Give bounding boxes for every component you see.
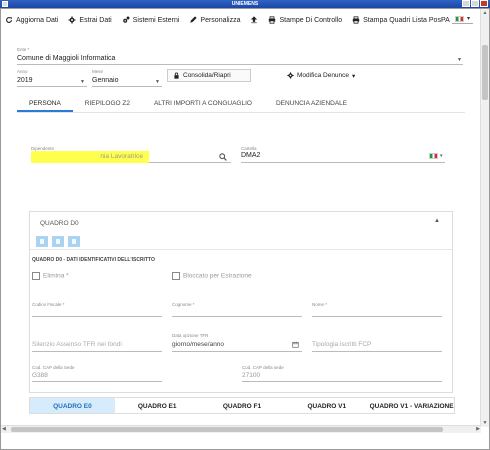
window-title: UNIEMENS: [231, 1, 259, 7]
scroll-right-icon[interactable]: ▶: [476, 426, 480, 432]
it-flag-icon: [429, 153, 438, 159]
window-title-bar: UNIEMENS: [0, 0, 490, 8]
tab-altri-importi[interactable]: ALTRI IMPORTI A CONGUAGLIO: [142, 96, 264, 112]
anno-label: Anno: [17, 69, 28, 74]
horizontal-scrollbar[interactable]: ◀ ▶: [1, 425, 481, 433]
search-icon[interactable]: [219, 153, 227, 161]
quadro-header: QUADRO D0: [40, 220, 79, 227]
printer-icon: [352, 16, 360, 24]
cod-cap-sede-value-2: 27100: [242, 371, 442, 382]
data-opzione-label: Data opzione TFR: [172, 333, 209, 338]
consolida-riapri-button[interactable]: Consolida/Riapri: [167, 69, 251, 82]
tab-quadro-e1[interactable]: QUADRO E1: [115, 398, 200, 413]
pencil-icon: [190, 16, 198, 23]
card-divider: [30, 249, 452, 250]
aggiorna-dati-button[interactable]: Aggiorna Dati: [5, 16, 58, 24]
silenzio-assenso-select[interactable]: Silenzio Assenso TFR nei fondi: [32, 340, 162, 352]
mese-select[interactable]: Gennaio: [92, 76, 162, 87]
gear-icon: [68, 16, 77, 24]
save-icon[interactable]: [52, 236, 64, 247]
scroll-left-icon[interactable]: ◀: [2, 426, 6, 432]
chevron-down-icon: ▼: [80, 79, 85, 85]
cod-cap-sede-value: G388: [32, 371, 162, 382]
codice-fiscale-input[interactable]: [32, 307, 162, 317]
vertical-scrollbar[interactable]: ▲ ▼: [480, 9, 489, 427]
scroll-thumb[interactable]: [11, 427, 443, 432]
scroll-down-icon[interactable]: ▼: [482, 420, 488, 426]
dipendente-value: nia Lavoratrice: [31, 151, 149, 163]
app-icon: [2, 1, 8, 7]
language-select[interactable]: ▾: [451, 14, 473, 24]
dipendente-field[interactable]: nia Lavoratrice: [31, 151, 231, 163]
chevron-down-icon: ▼: [457, 57, 462, 63]
it-flag-icon: [454, 15, 464, 22]
ente-label: Ente *: [17, 47, 30, 52]
cod-cap-sede-label: Cod. CAP della Sede: [32, 365, 75, 370]
checkbox-icon: [172, 272, 180, 280]
upload-icon: [251, 16, 258, 24]
main-tabs: PERSONA RIEPILOGO Z2 ALTRI IMPORTI A CON…: [17, 96, 465, 112]
tipologia-iscritti-select[interactable]: Tipologia iscritti FCP: [312, 340, 442, 352]
anno-select[interactable]: 2019: [17, 76, 87, 87]
tab-quadro-f1[interactable]: QUADRO F1: [200, 398, 285, 413]
cartella-field[interactable]: DMA2: [241, 151, 445, 163]
refresh-icon: [6, 17, 12, 23]
cognome-input[interactable]: [172, 307, 302, 317]
sistemi-esterni-button[interactable]: Sistemi Esterni: [122, 16, 179, 24]
modifica-denunce-button[interactable]: Modifica Denunce ▾: [282, 69, 362, 82]
tab-persona[interactable]: PERSONA: [17, 96, 73, 112]
window-controls: [462, 0, 488, 7]
section-title: QUADRO D0 - DATI IDENTIFICATIVI DELL'ISC…: [32, 257, 155, 263]
calendar-icon[interactable]: [292, 341, 299, 348]
quadro-d0-card: QUADRO D0 ▲ QUADRO D0 - DATI IDENTIFICAT…: [29, 211, 453, 393]
minimize-button[interactable]: [462, 0, 470, 7]
mese-label: Mese: [92, 69, 104, 74]
maximize-button[interactable]: [471, 0, 479, 7]
estrai-dati-button[interactable]: Estrai Dati: [68, 16, 112, 24]
elimina-checkbox[interactable]: Elimina *: [32, 272, 69, 280]
scroll-thumb[interactable]: [482, 45, 488, 100]
printer-icon: [269, 16, 276, 24]
data-opzione-input[interactable]: giorno/mese/anno: [172, 340, 302, 352]
scroll-up-icon[interactable]: ▲: [482, 10, 488, 16]
tab-quadro-v1-variazione[interactable]: QUADRO V1 - VARIAZIONE: [369, 398, 454, 413]
quadri-tabs: QUADRO E0 QUADRO E1 QUADRO F1 QUADRO V1 …: [29, 397, 455, 414]
tab-denuncia-aziendale[interactable]: DENUNCIA AZIENDALE: [264, 96, 359, 112]
tab-quadro-v1[interactable]: QUADRO V1: [284, 398, 369, 413]
close-button[interactable]: [480, 0, 488, 7]
cod-cap-sede-label-2: Cod. CAP della sede: [242, 365, 284, 370]
gear-icon: [287, 72, 294, 79]
delete-icon[interactable]: [68, 236, 80, 247]
ente-select[interactable]: Comune di Maggioli Informatica: [17, 54, 463, 65]
collapse-icon[interactable]: ▲: [434, 218, 440, 224]
bloccato-checkbox[interactable]: Bloccato per Estrazione: [172, 272, 252, 280]
toolbar: Aggiorna Dati Estrai Dati Sistemi Estern…: [1, 9, 477, 31]
tab-quadro-e0[interactable]: QUADRO E0: [30, 398, 115, 413]
tabs-divider: [17, 112, 465, 113]
upload-button[interactable]: [250, 16, 258, 24]
lock-icon: [174, 72, 179, 79]
caret-down-icon: ▾: [352, 72, 356, 80]
app-window: Aggiorna Dati Estrai Dati Sistemi Estern…: [0, 8, 490, 450]
stampa-quadri-lista-pospa-button[interactable]: Stampa Quadri Lista PosPA: [352, 16, 450, 24]
chevron-down-icon: ▼: [155, 79, 160, 85]
chevron-down-icon: ▾: [466, 16, 470, 22]
tab-riepilogo-z2[interactable]: RIEPILOGO Z2: [73, 96, 142, 112]
chevron-down-icon: ▾: [440, 153, 443, 159]
nome-input[interactable]: [312, 307, 442, 317]
new-document-icon[interactable]: [36, 236, 48, 247]
stampe-di-controllo-button[interactable]: Stampe Di Controllo: [268, 16, 342, 24]
gears-icon: [122, 16, 130, 23]
checkbox-icon: [32, 272, 40, 280]
personalizza-button[interactable]: Personalizza: [189, 16, 240, 24]
